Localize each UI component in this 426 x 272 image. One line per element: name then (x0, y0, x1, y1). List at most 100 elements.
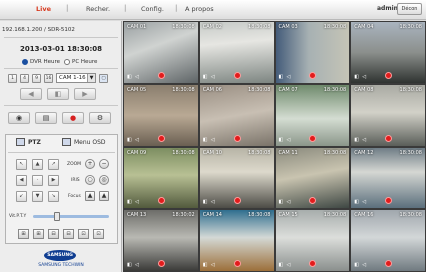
audio-icon: ◧ (127, 73, 132, 80)
ptz-speed-slider[interactable] (33, 215, 109, 218)
nav-separator: | (66, 4, 69, 12)
arrow-up-right-icon[interactable]: ↗ (48, 159, 59, 170)
preset-2-icon[interactable]: ⊞ (33, 229, 44, 239)
camera-tile[interactable]: CAM 06 18:30:08 ◧ ◁ (198, 83, 275, 147)
camera-tile[interactable]: CAM 10 18:30:08 ◧ ◁ (198, 146, 275, 210)
logout-button[interactable]: Décon (397, 3, 422, 15)
speaker-icon: ◁ (286, 136, 291, 143)
tab-osd-menu-label: Menu OSD (74, 138, 106, 146)
camera-tile[interactable]: CAM 09 18:30:08 ◧ ◁ (123, 146, 199, 210)
record-indicator-icon (233, 260, 241, 267)
camera-group-select[interactable]: CAM 1-16 ▼ (56, 73, 96, 83)
preset-4-icon[interactable]: ⊟ (63, 229, 74, 239)
iris-open-icon[interactable]: ○ (85, 175, 95, 185)
top-nav-bar: Live | Recher. | Config. | A propos admi… (0, 0, 426, 20)
speaker-icon: ◁ (210, 73, 215, 80)
split-9-button[interactable]: 9 (32, 73, 41, 83)
chevron-down-icon: ▼ (87, 74, 95, 82)
record-indicator-icon (309, 260, 317, 267)
focus-label: Focus (68, 194, 81, 199)
split-16-button[interactable]: 16 (44, 73, 53, 83)
preset-1-icon[interactable]: ⊞ (18, 229, 29, 239)
speaker-icon: ◁ (362, 262, 367, 268)
playback-controls: ◀ ◧ ▶ (20, 88, 96, 100)
nav-live-tab[interactable]: Live (36, 5, 51, 13)
arrow-down-right-icon[interactable]: ↘ (48, 191, 59, 202)
camera-tile[interactable]: CAM 16 18:30:08 ◧ ◁ (350, 209, 426, 272)
arrow-down-left-icon[interactable]: ↙ (16, 191, 27, 202)
record-indicator-icon (157, 197, 165, 205)
speaker-icon: ◁ (210, 262, 215, 268)
camera-tile[interactable]: CAM 04 18:30:08 ◧ ◁ (350, 21, 426, 84)
camera-name: CAM 09 (127, 149, 147, 156)
record-indicator-icon (233, 71, 241, 79)
speaker-icon: ◁ (135, 73, 139, 80)
next-group-icon[interactable]: ▶ (74, 88, 96, 100)
camera-tile[interactable]: CAM 12 18:30:08 ◧ ◁ (350, 146, 426, 210)
print-icon[interactable]: ▤ (35, 112, 57, 124)
center-icon[interactable]: · (32, 175, 43, 186)
preset-6-icon[interactable]: ⊡ (93, 229, 104, 239)
camera-tile[interactable]: CAM 02 18:30:08 ◧ ◁ (198, 21, 275, 84)
tab-osd-menu[interactable]: Menu OSD (62, 138, 106, 146)
camera-name: CAM 05 (127, 86, 147, 93)
zoom-in-icon[interactable]: + (85, 159, 95, 169)
settings-icon[interactable]: ⚙ (89, 112, 111, 124)
camera-tile[interactable]: CAM 07 18:30:08 ◧ ◁ (274, 83, 351, 147)
camera-tile[interactable]: CAM 03 18:30:08 ◧ ◁ (274, 21, 351, 84)
audio-icon: ◧ (354, 136, 359, 143)
camera-name: CAM 14 (202, 212, 222, 219)
audio-icon: ◧ (202, 136, 208, 143)
iris-close-icon[interactable]: ◎ (99, 175, 109, 185)
pc-time-option[interactable]: PC Heure (64, 59, 97, 65)
arrow-up-icon[interactable]: ▲ (32, 159, 43, 170)
audio-icon: ◧ (127, 136, 132, 143)
arrow-up-left-icon[interactable]: ↖ (16, 159, 27, 170)
split-4-button[interactable]: 4 (20, 73, 29, 83)
speaker-icon: ◁ (135, 136, 139, 143)
divider (8, 152, 115, 153)
record-indicator-icon (233, 134, 241, 142)
camera-tile[interactable]: CAM 14 18:30:08 ◧ ◁ (198, 209, 275, 272)
record-indicator-icon (385, 134, 393, 142)
camera-tile[interactable]: CAM 08 18:30:08 ◧ ◁ (350, 83, 426, 147)
divider (4, 105, 118, 106)
record-indicator-icon (157, 71, 165, 79)
audio-icon: ◧ (278, 262, 284, 268)
record-indicator-icon (157, 260, 165, 267)
arrow-left-icon[interactable]: ◀ (16, 175, 27, 186)
camera-tile[interactable]: CAM 13 18:30:02 ◧ ◁ (123, 209, 199, 272)
arrow-right-icon[interactable]: ▶ (48, 175, 59, 186)
camera-timestamp: 18:30:08 (399, 86, 422, 93)
capture-icon[interactable]: ◉ (8, 112, 30, 124)
arrow-down-icon[interactable]: ▼ (32, 191, 43, 202)
radio-dvr-time[interactable] (22, 59, 28, 65)
preset-5-icon[interactable]: ⊡ (78, 229, 89, 239)
pan-tilt-pad: ↖ ▲ ↗ ◀ · ▶ ↙ ▼ ↘ (16, 159, 59, 202)
camera-timestamp: 18:30:02 (172, 212, 195, 219)
zoom-out-icon[interactable]: − (99, 159, 109, 169)
dvr-time-option[interactable]: DVR Heure (22, 59, 60, 65)
camera-name: CAM 16 (354, 212, 374, 219)
split-1-button[interactable]: 1 (8, 73, 17, 83)
radio-pc-time[interactable] (64, 59, 70, 65)
nav-search-tab[interactable]: Recher. (86, 5, 110, 13)
nav-config-tab[interactable]: Config. (141, 5, 164, 13)
camera-tile[interactable]: CAM 01 18:30:08 ◧ ◁ (123, 21, 199, 84)
focus-near-icon[interactable]: ▲ (85, 191, 95, 201)
preset-3-icon[interactable]: ⊟ (48, 229, 59, 239)
focus-far-icon[interactable]: ▲ (99, 191, 109, 201)
fullscreen-icon[interactable]: ▢ (99, 73, 108, 83)
ptz-speed-handle[interactable] (54, 212, 60, 221)
record-icon[interactable]: ● (62, 112, 84, 124)
tab-ptz[interactable]: PTZ (16, 138, 41, 146)
nav-about-tab[interactable]: A propos (185, 5, 214, 13)
camera-tile[interactable]: CAM 11 18:30:08 ◧ ◁ (274, 146, 351, 210)
camera-tile[interactable]: CAM 15 18:30:08 ◧ ◁ (274, 209, 351, 272)
tab-ptz-label: PTZ (28, 138, 41, 146)
audio-icon[interactable]: ◧ (47, 88, 69, 100)
split-screen-controls: 1 4 9 16 CAM 1-16 ▼ ▢ (8, 73, 108, 83)
previous-group-icon[interactable]: ◀ (20, 88, 42, 100)
camera-tile[interactable]: CAM 05 18:30:08 ◧ ◁ (123, 83, 199, 147)
camera-name: CAM 06 (202, 86, 222, 93)
